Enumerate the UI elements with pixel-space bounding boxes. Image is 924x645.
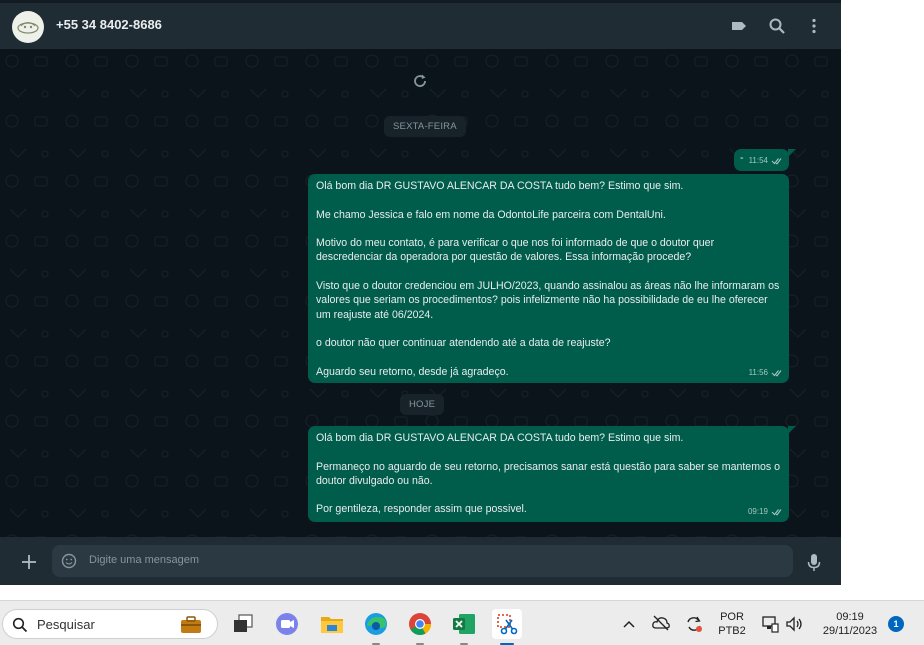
chrome-icon[interactable] [405, 609, 435, 645]
language-code: POR [720, 611, 744, 623]
snipping-tool-icon[interactable] [492, 609, 522, 645]
clock-date: 29/11/2023 [822, 625, 878, 637]
volume-icon[interactable] [784, 614, 804, 639]
clock-time: 09:19 [836, 611, 864, 623]
bubble-tail [788, 426, 796, 434]
contact-avatar[interactable] [12, 11, 44, 43]
bubble-tail [788, 149, 796, 157]
input-language[interactable]: POR PTB2 [716, 610, 748, 638]
message-time: 11:54 [748, 155, 768, 165]
whatsapp-window: +55 34 8402-8686 SEXTA-FEIRA - 11:54 Olá… [0, 0, 841, 585]
task-view-icon[interactable] [228, 609, 258, 639]
file-explorer-icon[interactable] [317, 609, 347, 639]
read-ticks-icon [771, 509, 782, 516]
edge-icon[interactable] [361, 609, 391, 645]
message-meta: 11:56 [749, 366, 783, 380]
read-ticks-icon [771, 370, 782, 377]
keyboard-layout: PTB2 [718, 625, 746, 637]
contact-name[interactable]: +55 34 8402-8686 [56, 17, 162, 32]
emoji-icon[interactable] [61, 553, 77, 569]
message-placeholder: Digite uma mensagem [89, 554, 200, 566]
mic-icon[interactable] [806, 553, 822, 572]
clock[interactable]: 09:19 29/11/2023 [812, 610, 888, 638]
message-time: 09:19 [747, 506, 768, 516]
windows-taskbar: Pesquisar POR PTB2 09:19 29/11/2023 1 [0, 600, 924, 645]
message-composer: Digite uma mensagem [0, 537, 841, 585]
message-text: Olá bom dia DR GUSTAVO ALENCAR DA COSTA … [316, 432, 781, 516]
labels-icon[interactable] [730, 17, 748, 35]
briefcase-icon [181, 616, 201, 633]
message-bubble[interactable]: Olá bom dia DR GUSTAVO ALENCAR DA COSTA … [308, 426, 796, 522]
notification-badge[interactable]: 1 [888, 616, 904, 632]
search-icon[interactable] [768, 17, 786, 35]
message-text: Olá bom dia DR GUSTAVO ALENCAR DA COSTA … [316, 180, 780, 378]
message-list[interactable]: SEXTA-FEIRA - 11:54 Olá bom dia DR GUSTA… [0, 49, 841, 537]
message-bubble[interactable]: - 11:54 [734, 149, 796, 171]
message-bubble[interactable]: Olá bom dia DR GUSTAVO ALENCAR DA COSTA … [308, 174, 789, 383]
teams-icon[interactable] [272, 609, 302, 639]
tray-overflow-chevron-icon[interactable] [622, 617, 636, 635]
read-ticks-icon [771, 158, 782, 165]
taskbar-search[interactable]: Pesquisar [2, 609, 218, 639]
sync-icon[interactable] [684, 614, 704, 639]
menu-icon[interactable] [805, 17, 823, 35]
excel-icon[interactable] [449, 609, 479, 645]
attach-icon[interactable] [20, 553, 38, 571]
date-chip-today: HOJE [400, 394, 445, 415]
network-icon[interactable] [760, 614, 780, 639]
chat-header: +55 34 8402-8686 [0, 0, 841, 49]
cloud-sync-off-icon[interactable] [651, 614, 671, 637]
message-text: - [740, 152, 744, 164]
search-icon [12, 617, 28, 633]
message-input[interactable]: Digite uma mensagem [52, 545, 793, 577]
desktop-background [841, 0, 924, 600]
date-chip-friday: SEXTA-FEIRA [384, 116, 466, 137]
search-placeholder: Pesquisar [37, 617, 95, 632]
message-meta: 09:19 [748, 505, 783, 519]
message-meta: 11:54 [749, 154, 783, 168]
message-time: 11:56 [748, 367, 768, 377]
load-older-icon[interactable] [411, 72, 429, 90]
